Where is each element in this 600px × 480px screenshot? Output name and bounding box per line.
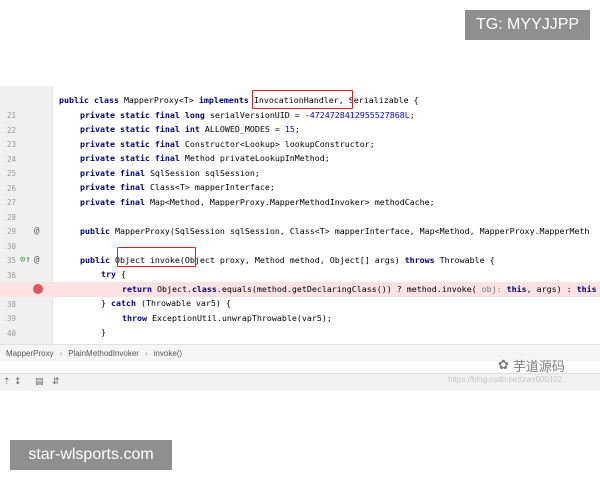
wechat-icon: ✿: [498, 358, 509, 373]
highlight-box-invocationhandler: [252, 90, 353, 109]
breadcrumb-separator-icon: ›: [144, 348, 148, 358]
code-line-27: 27 private final Class<T> mapperInterfac…: [0, 180, 600, 207]
step-over-icon[interactable]: ⇡: [3, 377, 11, 387]
code-text: private static final int ALLOWED_MODES =…: [80, 124, 300, 134]
code-line-38: 38 return Object.class.equals(method.get…: [0, 281, 600, 309]
watermark-logo-text: 芋道源码: [512, 360, 565, 375]
breadcrumb-item-inner-class[interactable]: PlainMethodInvoker: [68, 349, 139, 358]
site-watermark-badge: star-wlsports.com: [10, 440, 172, 470]
code-editor[interactable]: 21 public class MapperProxy<T> implement…: [0, 86, 600, 344]
breakpoint-icon[interactable]: [33, 283, 43, 294]
code-text: private static final Constructor<Lookup>…: [80, 138, 375, 149]
filter-icon[interactable]: ⇵: [52, 377, 60, 387]
code-line-40: 40 throw ExceptionUtil.unwrapThrowable(v…: [0, 311, 600, 338]
code-text: public class MapperProxy<T> implements I…: [59, 95, 419, 105]
breadcrumb-item-method[interactable]: invoke(): [154, 349, 182, 358]
code-text: return Object.class.equals(method.getDec…: [122, 283, 597, 294]
watermark-url: https://blog.csdn.net/zwx900102: [448, 375, 563, 384]
code-line-23: 23 private static final int ALLOWED_MODE…: [0, 122, 600, 149]
code-text: } catch (Throwable var5) {: [101, 298, 231, 308]
code-text: private final Class<T> mapperInterface;: [80, 182, 275, 192]
code-line-39: 39 } catch (Throwable var5) {: [0, 296, 600, 323]
override-marker-icon[interactable]: @: [34, 255, 39, 266]
override-marker-icon[interactable]: @: [34, 226, 39, 237]
code-text: private static final long serialVersionU…: [80, 109, 415, 120]
code-text: private static final Method privateLooku…: [80, 153, 330, 163]
code-line-30: 30 @ public MapperProxy(SqlSession sqlSe…: [0, 224, 600, 251]
telegram-watermark-badge: TG: MYYJJPP: [465, 10, 590, 40]
code-text: public MapperProxy(SqlSession sqlSession…: [80, 225, 590, 236]
code-line-41: 41 }: [0, 325, 600, 344]
breadcrumb-item-class[interactable]: MapperProxy: [6, 349, 54, 358]
code-line-25: 25 private static final Method privateLo…: [0, 151, 600, 178]
code-text: private final Map<Method, MapperProxy.Ma…: [80, 196, 435, 207]
wechat-watermark: ✿ 芋道源码: [498, 356, 565, 375]
highlight-box-invoke: [117, 247, 196, 267]
code-line-35: 35: [0, 238, 600, 265]
implements-marker-icon[interactable]: ⊙↑: [20, 255, 31, 266]
code-line-28: 28 private final Map<Method, MapperProxy…: [0, 195, 600, 222]
code-text: private final SqlSession sqlSession;: [80, 167, 260, 178]
sort-icon[interactable]: ↕: [14, 377, 22, 387]
code-line-29: 29: [0, 209, 600, 236]
code-line-24: 24 private static final Constructor<Look…: [0, 137, 600, 164]
code-text: throw ExceptionUtil.unwrapThrowable(var5…: [122, 312, 332, 323]
breadcrumb-separator-icon: ›: [59, 348, 63, 358]
code-line-36: 36 ⊙↑ @ public Object invoke(Object prox…: [0, 253, 600, 280]
table-view-icon[interactable]: ▤: [35, 377, 44, 387]
code-line-22: 22 private static final long serialVersi…: [0, 108, 600, 135]
code-line-37: 37 try {: [0, 267, 600, 294]
code-text: }: [101, 327, 106, 337]
code-line-26: 26 private final SqlSession sqlSession;: [0, 166, 600, 193]
code-text: try {: [101, 269, 126, 279]
